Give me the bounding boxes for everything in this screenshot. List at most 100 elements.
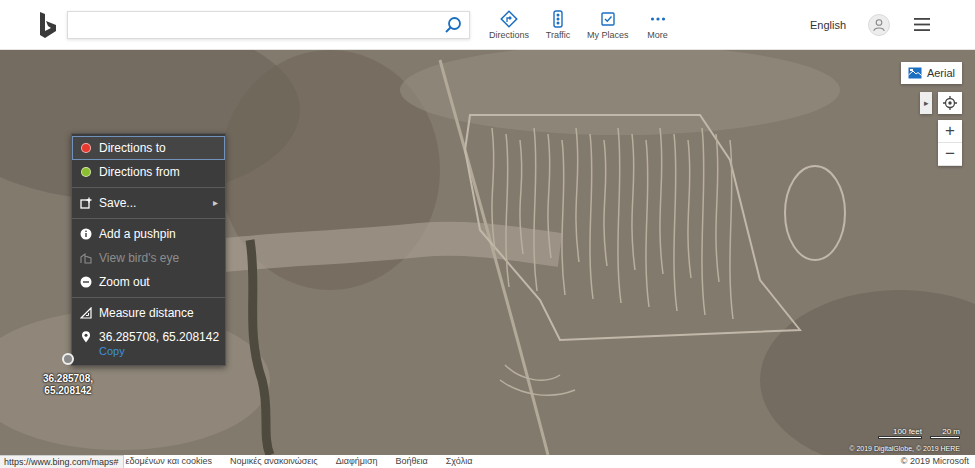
menu-item-icon-slot xyxy=(80,306,92,320)
menu-item-text: Measure distance xyxy=(99,306,218,320)
locate-control: ▸ xyxy=(920,92,962,114)
scale-line xyxy=(930,436,960,439)
menu-item[interactable]: Directions from xyxy=(72,160,225,184)
menu-item-icon-slot xyxy=(80,165,92,179)
geoglyph-line xyxy=(492,128,495,250)
menu-item-label: 36.285708, 65.208142 xyxy=(99,330,218,344)
color-dot-icon xyxy=(81,167,91,177)
scale-bar: 100 feet 20 m xyxy=(878,427,960,439)
river xyxy=(250,240,270,455)
copy-link[interactable]: Copy xyxy=(99,344,218,358)
geoglyph-outline xyxy=(465,115,800,340)
context-menu: Directions to Directions from Save...▸ Add … xyxy=(71,133,226,366)
nav-item[interactable]: My Places xyxy=(585,10,631,40)
scale-label: 100 feet xyxy=(893,427,922,436)
menu-item-text: 36.285708, 65.208142Copy xyxy=(99,330,218,358)
menu-item-text: View bird's eye xyxy=(99,251,218,265)
menu-item[interactable]: Directions to xyxy=(72,136,225,160)
nav-label: More xyxy=(647,30,668,40)
location-pin-icon xyxy=(80,331,92,343)
footer-link[interactable]: εδομένων και cookies xyxy=(126,455,212,468)
footer-bar: https://www.bing.com/maps#εδομένων και c… xyxy=(0,455,975,468)
zoom-button[interactable]: + xyxy=(938,120,962,143)
user-avatar[interactable] xyxy=(868,14,890,36)
nav-item[interactable]: More xyxy=(637,10,679,40)
menu-item[interactable]: 36.285708, 65.208142Copy xyxy=(72,325,225,363)
map-canvas[interactable]: Directions toDirections fromSave...▸Add … xyxy=(0,50,975,455)
nav-item[interactable]: Directions xyxy=(487,10,531,40)
geoglyph-line xyxy=(660,128,663,274)
scale-imperial: 100 feet xyxy=(878,427,922,439)
search-icon[interactable] xyxy=(444,16,462,34)
hamburger-menu-icon[interactable] xyxy=(914,18,930,31)
traffic-light-icon xyxy=(549,10,567,28)
menu-item-icon-slot xyxy=(80,196,92,210)
menu-separator xyxy=(72,297,225,298)
footer-link[interactable]: Νομικές ανακοινώσεις xyxy=(230,455,318,468)
menu-item-label: Save... xyxy=(99,196,209,210)
geoglyph-line xyxy=(646,140,649,307)
geoglyph-line xyxy=(562,140,565,295)
menu-item[interactable]: Zoom out xyxy=(72,270,225,294)
zoom-out-icon xyxy=(80,276,92,288)
expand-button[interactable]: ▸ xyxy=(920,92,932,114)
pin-marker-icon[interactable] xyxy=(62,353,74,365)
map-style-button[interactable]: Aerial xyxy=(901,62,962,84)
menu-separator xyxy=(72,218,225,219)
zoom-button[interactable]: − xyxy=(938,143,962,166)
geoglyph-line xyxy=(604,140,607,266)
menu-item[interactable]: Save...▸ xyxy=(72,191,225,215)
info-icon xyxy=(80,228,92,240)
geoglyph-line xyxy=(674,134,677,311)
track xyxy=(440,60,548,455)
map-layers-icon xyxy=(908,67,922,79)
nav-label: Traffic xyxy=(546,30,571,40)
search-box[interactable] xyxy=(67,11,470,39)
footer-link[interactable]: Διαφήμιση xyxy=(336,455,378,468)
menu-item-icon-slot xyxy=(80,227,92,241)
menu-item-label: Directions from xyxy=(99,165,218,179)
geoglyph-line xyxy=(520,140,523,254)
geoglyph-line xyxy=(632,134,635,270)
menu-item-label: Measure distance xyxy=(99,306,218,320)
bing-maps-page: Directions Traffic My Places More English Dir… xyxy=(0,0,975,468)
scale-metric: 20 m xyxy=(930,427,960,439)
save-icon xyxy=(80,197,92,209)
geoglyph-line xyxy=(506,134,509,287)
map-style-label: Aerial xyxy=(927,67,955,79)
locate-me-button[interactable] xyxy=(938,92,962,114)
scale-label: 20 m xyxy=(942,427,960,436)
map-pin[interactable]: 36.285708,65.208142 xyxy=(38,353,98,397)
nav-item[interactable]: Traffic xyxy=(537,10,579,40)
menu-item-icon-slot xyxy=(80,141,92,155)
geoglyph-line xyxy=(702,128,705,315)
menu-item-text: Directions to xyxy=(99,141,218,155)
menu-item-label: Zoom out xyxy=(99,275,218,289)
search-field[interactable] xyxy=(76,12,444,38)
language-link[interactable]: English xyxy=(810,19,846,31)
more-dots-icon xyxy=(649,10,667,28)
menu-item[interactable]: Add a pushpin xyxy=(72,222,225,246)
menu-item-icon-slot xyxy=(80,251,92,265)
menu-separator xyxy=(72,187,225,188)
bing-logo-icon[interactable] xyxy=(38,11,58,39)
menu-item-text: Zoom out xyxy=(99,275,218,289)
geoglyph-oval xyxy=(785,166,845,260)
nav-label: Directions xyxy=(489,30,529,40)
geoglyph-line xyxy=(716,134,719,282)
pin-label: 36.285708, xyxy=(43,373,93,385)
birds-eye-icon xyxy=(80,252,92,264)
menu-item-icon-slot xyxy=(80,275,92,289)
menu-item: View bird's eye xyxy=(72,246,225,270)
geoglyph-line xyxy=(618,128,621,303)
menu-item[interactable]: Measure distance xyxy=(72,301,225,325)
geoglyph-line xyxy=(576,128,579,262)
scale-line xyxy=(878,436,922,439)
footer-link[interactable]: Σχόλια xyxy=(446,455,473,468)
footer-link[interactable]: Βοήθεια xyxy=(396,455,428,468)
nav-label: My Places xyxy=(587,30,629,40)
person-icon xyxy=(872,18,886,32)
imagery-attribution: © 2019 DigitalGlobe, © 2019 HERE xyxy=(849,445,960,452)
my-places-icon xyxy=(599,10,617,28)
footer-links: εδομένων και cookies Νομικές ανακοινώσεις… xyxy=(126,455,473,468)
